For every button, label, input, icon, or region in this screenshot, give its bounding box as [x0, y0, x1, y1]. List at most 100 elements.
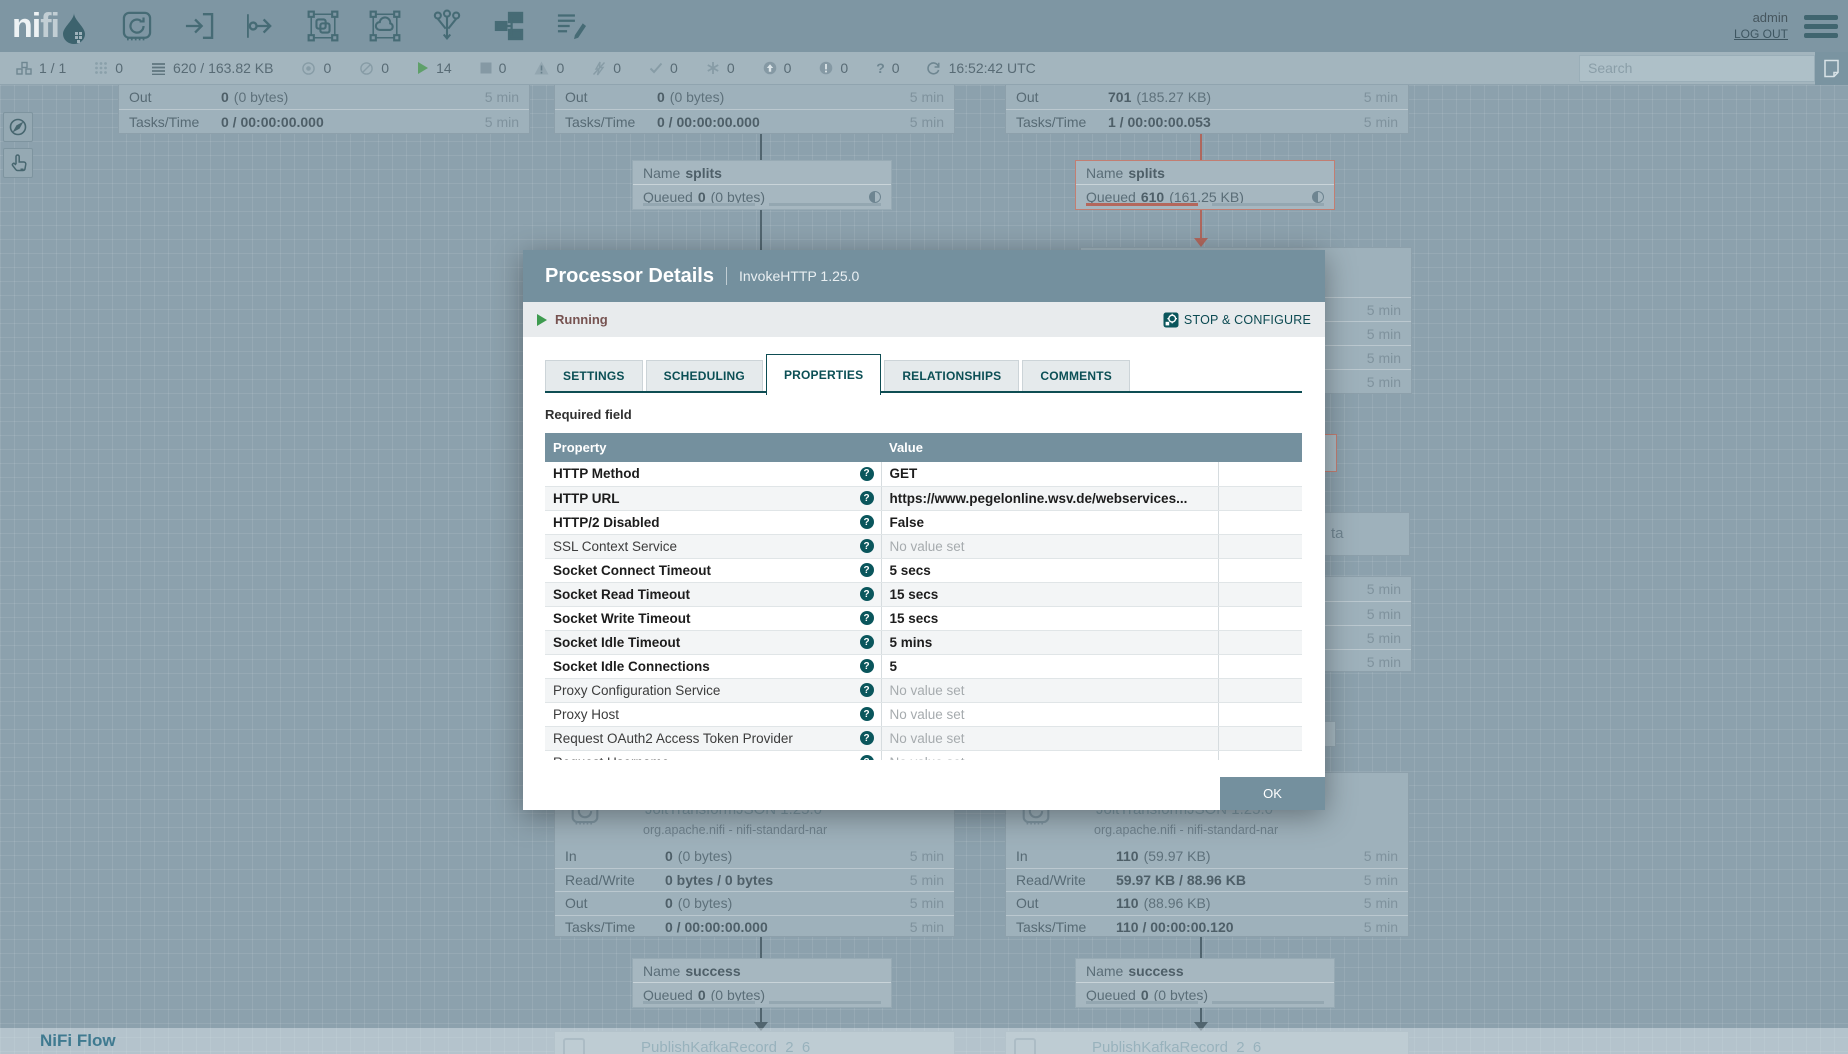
navigate-compass-icon: [8, 117, 28, 137]
nifi-logo: nifi: [12, 7, 87, 46]
processor-details-dialog: Processor Details InvokeHTTP 1.25.0 Runn…: [523, 250, 1325, 810]
help-icon[interactable]: ?: [860, 563, 874, 577]
tab-relationships[interactable]: RELATIONSHIPS: [884, 360, 1019, 391]
queue-percent-icon: [1312, 191, 1324, 203]
connection-line: [1200, 1008, 1202, 1022]
property-row[interactable]: Socket Read Timeout? 15 secs: [545, 582, 1302, 606]
tab-settings[interactable]: SETTINGS: [545, 360, 643, 391]
status-queued: 620 / 163.82 KB: [151, 60, 273, 76]
property-value: 15 secs: [881, 582, 1218, 606]
tab-scheduling[interactable]: SCHEDULING: [646, 360, 763, 391]
output-port-icon[interactable]: [241, 6, 281, 46]
property-value: 5 mins: [881, 630, 1218, 654]
operate-palette-button[interactable]: [3, 148, 33, 178]
column-header-actions: [1218, 433, 1302, 462]
property-row[interactable]: HTTP URL?https://www.pegelonline.wsv.de/…: [545, 486, 1302, 510]
help-icon[interactable]: ?: [860, 683, 874, 697]
help-icon[interactable]: ?: [860, 731, 874, 745]
refresh-icon[interactable]: [926, 61, 941, 76]
logo-text-ni: ni: [12, 7, 40, 46]
property-name: Socket Connect Timeout: [553, 563, 711, 578]
process-group-icon[interactable]: [303, 6, 343, 46]
required-field-note: Required field: [545, 407, 1302, 425]
property-actions-cell: [1218, 606, 1302, 630]
funnel-icon[interactable]: [427, 6, 467, 46]
property-actions-cell: [1218, 534, 1302, 558]
input-port-icon[interactable]: [179, 6, 219, 46]
property-name: Socket Idle Connections: [553, 659, 710, 674]
connection-line: [760, 1008, 762, 1022]
property-value: No value set: [881, 534, 1218, 558]
logout-link[interactable]: LOG OUT: [1734, 26, 1788, 42]
flow-status-bar: 1 / 1 0 620 / 163.82 KB 0 0 14 0 0: [0, 52, 1848, 85]
help-icon[interactable]: ?: [860, 539, 874, 553]
help-icon[interactable]: ?: [860, 467, 874, 481]
search-input[interactable]: [1579, 55, 1815, 82]
status-up-to-date: 0: [649, 60, 678, 76]
tab-comments[interactable]: COMMENTS: [1022, 360, 1130, 391]
processor-icon[interactable]: [117, 6, 157, 46]
help-icon[interactable]: ?: [860, 755, 874, 760]
processor-partial[interactable]: Out0(0 bytes)5 min Tasks/Time0 / 00:00:0…: [554, 85, 955, 134]
status-disabled: 0: [592, 60, 621, 76]
property-row[interactable]: Request Username?No value set: [545, 750, 1302, 760]
properties-table-wrap: Property Value HTTP Method?GET HTTP URL?…: [545, 433, 1302, 760]
processor-partial[interactable]: Out701(185.27 KB)5 min Tasks/Time1 / 00:…: [1005, 85, 1409, 134]
property-row[interactable]: Socket Idle Timeout?5 mins: [545, 630, 1302, 654]
bulletin-board-icon[interactable]: [1815, 52, 1848, 85]
property-row[interactable]: Proxy Host?No value set: [545, 702, 1302, 726]
help-icon[interactable]: ?: [860, 611, 874, 625]
stop-and-configure-button[interactable]: STOP & CONFIGURE: [1163, 312, 1311, 328]
modified-stale-exclamation-icon: [819, 61, 833, 75]
property-name: HTTP/2 Disabled: [553, 515, 660, 530]
connection-label-success[interactable]: Namesuccess Queued0(0 bytes): [1075, 958, 1335, 1008]
nifi-app: nifi admin LOG OUT 1 / 1: [0, 0, 1848, 1054]
help-icon[interactable]: ?: [860, 515, 874, 529]
property-row[interactable]: Socket Write Timeout?15 secs: [545, 606, 1302, 630]
help-icon[interactable]: ?: [860, 635, 874, 649]
breadcrumb[interactable]: NiFi Flow: [40, 1031, 116, 1051]
help-icon[interactable]: ?: [860, 587, 874, 601]
property-row[interactable]: Proxy Configuration Service?No value set: [545, 678, 1302, 702]
connection-line-backpressure: [1200, 210, 1202, 238]
help-icon[interactable]: ?: [860, 707, 874, 721]
property-row[interactable]: Request OAuth2 Access Token Provider?No …: [545, 726, 1302, 750]
processor-partial[interactable]: Out0(0 bytes)5 min Tasks/Time0 / 00:00:0…: [118, 85, 530, 134]
global-menu-icon[interactable]: [1804, 11, 1838, 41]
property-row[interactable]: HTTP/2 Disabled? False: [545, 510, 1302, 534]
dialog-title: Processor Details: [545, 265, 714, 288]
status-invalid: 0: [534, 60, 564, 76]
connection-arrow: [1194, 238, 1208, 247]
running-icon: [417, 61, 429, 75]
connection-line: [1200, 937, 1202, 958]
property-actions-cell: [1218, 654, 1302, 678]
label-icon[interactable]: [551, 6, 591, 46]
property-row[interactable]: Socket Connect Timeout?5 secs: [545, 558, 1302, 582]
property-row[interactable]: HTTP Method?GET: [545, 462, 1302, 486]
queue-percent-icon: [869, 191, 881, 203]
navigate-palette-button[interactable]: [3, 112, 33, 142]
ok-button[interactable]: OK: [1220, 777, 1325, 810]
property-row[interactable]: Socket Idle Connections?5: [545, 654, 1302, 678]
help-icon[interactable]: ?: [860, 659, 874, 673]
queued-list-icon: [151, 62, 166, 75]
connection-label-success[interactable]: Namesuccess Queued0(0 bytes): [632, 958, 892, 1008]
breadcrumb-bar: NiFi Flow: [0, 1028, 1848, 1054]
status-stale: 0: [763, 60, 792, 76]
connection-label-splits-queued[interactable]: Namesplits Queued610(161.25 KB): [1075, 160, 1335, 210]
search-area: [1579, 52, 1848, 85]
template-icon[interactable]: [489, 6, 529, 46]
connection-line: [760, 134, 762, 160]
invalid-warning-icon: [534, 61, 549, 75]
property-name: Socket Read Timeout: [553, 587, 690, 602]
property-name: HTTP Method: [553, 466, 640, 481]
property-row[interactable]: SSL Context Service?No value set: [545, 534, 1302, 558]
property-name: Socket Write Timeout: [553, 611, 691, 626]
help-icon[interactable]: ?: [860, 491, 874, 505]
property-value: False: [881, 510, 1218, 534]
dialog-status-bar: Running STOP & CONFIGURE: [523, 302, 1325, 337]
remote-process-group-icon[interactable]: [365, 6, 405, 46]
tab-properties[interactable]: PROPERTIES: [766, 354, 881, 395]
connection-label-splits[interactable]: Namesplits Queued0(0 bytes): [632, 160, 892, 210]
not-transmitting-icon: [359, 61, 374, 76]
